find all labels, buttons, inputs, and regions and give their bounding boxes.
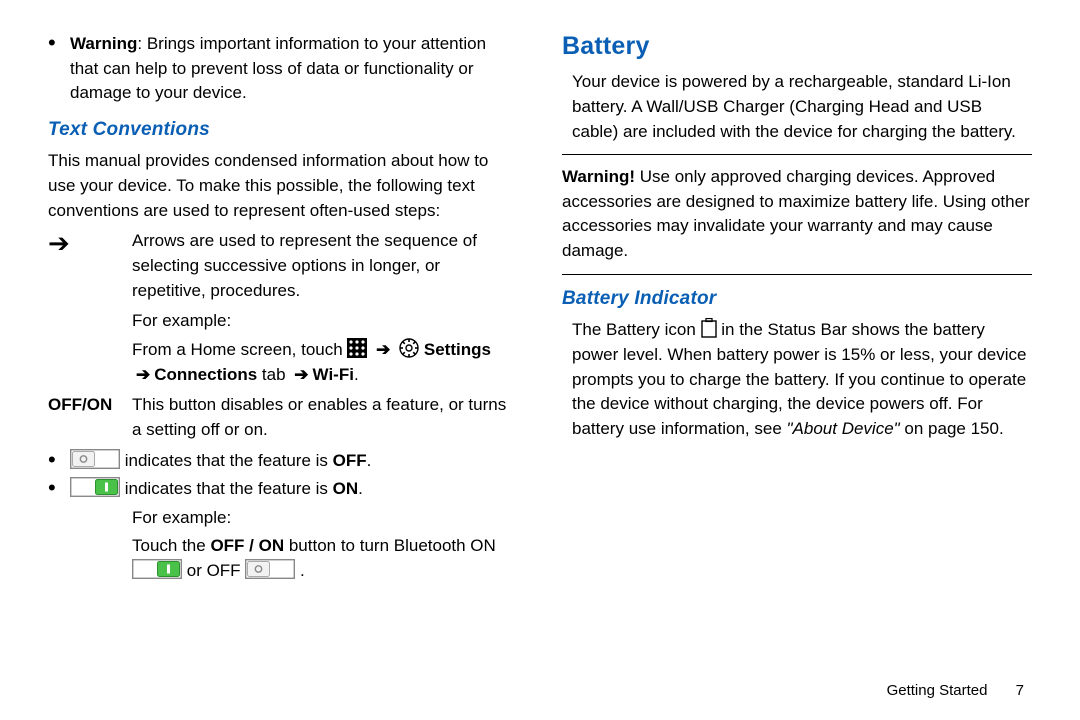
tab-word: tab [257, 365, 290, 384]
right-column: Battery Your device is powered by a rech… [562, 28, 1032, 588]
warning-label: Warning! [562, 167, 635, 186]
wifi-label: Wi-Fi [313, 365, 354, 384]
bullet-dot: • [48, 477, 70, 502]
toggle-on-icon [70, 477, 120, 497]
battery-indicator-paragraph: The Battery icon in the Status Bar shows… [572, 318, 1032, 441]
battery-icon [701, 318, 717, 338]
off-indicator-bullet: • indicates that the feature is OFF. [48, 449, 518, 474]
arrow-icon: ➔ [372, 340, 394, 359]
divider [562, 274, 1032, 275]
arrow-example: From a Home screen, touch ➔ Settings ➔Co… [132, 338, 518, 387]
left-column: • Warning: Brings important information … [48, 28, 518, 588]
settings-label: Settings [424, 340, 491, 359]
toggle-off-icon [70, 449, 120, 469]
indicator-a: The Battery icon [572, 320, 701, 339]
text-conventions-intro: This manual provides condensed informati… [48, 149, 518, 223]
on-indicator-bullet: • indicates that the feature is ON. [48, 477, 518, 502]
offon-definition-text: This button disables or enables a featur… [132, 393, 518, 442]
arrow-icon: ➔ [290, 365, 312, 384]
on-indicator-text: indicates that the feature is [125, 479, 333, 498]
divider [562, 154, 1032, 155]
example-prefix: From a Home screen, touch [132, 340, 347, 359]
page-ref: on page 150. [900, 419, 1004, 438]
bullet-dot: • [48, 449, 70, 474]
about-device-ref: "About Device" [787, 419, 900, 438]
bullet-dot: • [48, 32, 70, 106]
footer-section: Getting Started [887, 682, 988, 699]
off-indicator-text: indicates that the feature is [125, 451, 333, 470]
settings-gear-icon [399, 338, 419, 358]
battery-warning: Warning! Use only approved charging devi… [562, 165, 1032, 264]
on-label: ON [333, 479, 359, 498]
bt-b: OFF / ON [210, 536, 284, 555]
bluetooth-example: Touch the OFF / ON button to turn Blueto… [132, 534, 518, 583]
arrow-definition-text: Arrows are used to represent the sequenc… [132, 229, 518, 303]
arrow-definition: ➔ Arrows are used to represent the seque… [48, 229, 518, 303]
or-off: or OFF [187, 561, 246, 580]
connections-label: Connections [154, 365, 257, 384]
for-example-1: For example: [132, 309, 518, 334]
for-example-2: For example: [132, 506, 518, 531]
apps-grid-icon [347, 338, 367, 358]
text-conventions-heading: Text Conventions [48, 116, 518, 144]
warning-label: Warning [70, 34, 137, 53]
arrow-symbol: ➔ [48, 229, 132, 303]
toggle-on-icon [132, 559, 182, 579]
bt-c: button to turn Bluetooth ON [284, 536, 496, 555]
page-footer: Getting Started 7 [887, 680, 1024, 702]
off-label: OFF [333, 451, 367, 470]
battery-indicator-heading: Battery Indicator [562, 285, 1032, 313]
battery-paragraph: Your device is powered by a rechargeable… [572, 70, 1032, 144]
bt-a: Touch the [132, 536, 210, 555]
warning-bullet: • Warning: Brings important information … [48, 32, 518, 106]
arrow-icon: ➔ [132, 365, 154, 384]
toggle-off-icon [245, 559, 295, 579]
offon-definition: OFF/ON This button disables or enables a… [48, 393, 518, 442]
offon-term: OFF/ON [48, 393, 132, 442]
footer-page-number: 7 [1016, 680, 1024, 702]
battery-heading: Battery [562, 28, 1032, 64]
